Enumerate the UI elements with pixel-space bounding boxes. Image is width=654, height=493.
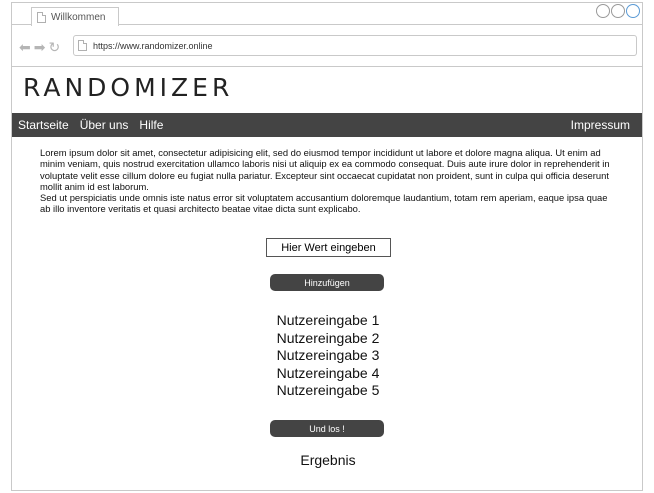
url-field[interactable]: https://www.randomizer.online (73, 35, 637, 56)
intro-paragraph: Sed ut perspiciatis unde omnis iste natu… (40, 192, 608, 215)
back-arrow-icon[interactable]: ⬅ (19, 40, 31, 54)
browser-window: Willkommen ⬅ ➡ ↻ https://www.randomizer.… (11, 2, 643, 491)
window-controls (596, 4, 640, 18)
entries-list: Nutzereingabe 1 Nutzereingabe 2 Nutzerei… (212, 312, 444, 400)
site-logo[interactable]: RANDOMIZER (23, 73, 233, 102)
intro-text: Lorem ipsum dolor sit amet, consectetur … (40, 147, 620, 215)
list-item: Nutzereingabe 5 (276, 382, 380, 399)
navigation-buttons: ⬅ ➡ ↻ (19, 40, 60, 54)
tab-strip: Willkommen (12, 3, 642, 26)
go-button[interactable]: Und los ! (270, 420, 384, 437)
nav-item-startseite[interactable]: Startseite (18, 118, 69, 132)
list-item: Nutzereingabe 4 (276, 364, 380, 381)
nav-item-ueber-uns[interactable]: Über uns (80, 118, 129, 132)
address-bar: ⬅ ➡ ↻ https://www.randomizer.online (12, 26, 642, 67)
forward-arrow-icon[interactable]: ➡ (34, 40, 46, 54)
maximize-button[interactable] (611, 4, 625, 18)
value-input[interactable] (266, 238, 391, 257)
browser-tab[interactable]: Willkommen (31, 7, 119, 26)
list-item: Nutzereingabe 1 (276, 312, 380, 328)
intro-paragraph: Lorem ipsum dolor sit amet, consectetur … (40, 147, 610, 192)
add-button[interactable]: Hinzufügen (270, 274, 384, 291)
nav-item-hilfe[interactable]: Hilfe (139, 118, 163, 132)
list-item: Nutzereingabe 2 (276, 329, 380, 346)
list-item: Nutzereingabe 3 (276, 347, 380, 364)
close-button[interactable] (626, 4, 640, 18)
nav-item-impressum[interactable]: Impressum (571, 118, 630, 132)
reload-icon[interactable]: ↻ (48, 40, 60, 54)
url-text: https://www.randomizer.online (93, 40, 213, 51)
main-nav: Startseite Über uns Hilfe Impressum (12, 113, 642, 137)
page-icon (78, 40, 87, 51)
page-icon (37, 11, 46, 23)
tab-title: Willkommen (51, 11, 106, 23)
result-text: Ergebnis (300, 452, 356, 468)
minimize-button[interactable] (596, 4, 610, 18)
